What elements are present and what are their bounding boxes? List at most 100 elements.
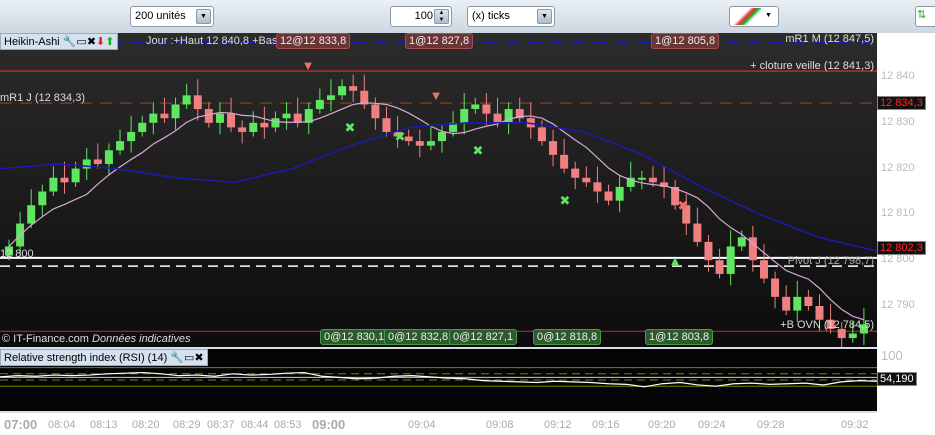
order-tag[interactable]: 0@12 818,8 xyxy=(533,329,602,345)
chart-indicator-icon xyxy=(731,8,761,25)
candle-down xyxy=(93,159,102,165)
time-tick: 08:04 xyxy=(48,419,76,431)
candle-down xyxy=(782,296,791,311)
candle-up xyxy=(282,113,291,119)
close-icon[interactable]: ✖ xyxy=(87,36,96,48)
signal-marker: ✖ xyxy=(678,198,689,213)
time-tick: 09:04 xyxy=(408,419,436,431)
window-icon[interactable]: ▭ xyxy=(76,36,86,48)
time-tick: 08:44 xyxy=(241,419,269,431)
time-tick: 09:20 xyxy=(648,419,676,431)
price-tick: 12 810 xyxy=(881,207,915,219)
window-icon[interactable]: ▭ xyxy=(184,352,194,364)
arrows-icon: ⇅ xyxy=(917,9,927,21)
time-tick: 08:37 xyxy=(207,419,235,431)
candle-up xyxy=(848,333,857,339)
price-chart[interactable]: ▼ ▼ ✖ ✖ ✖ ✖ ✖ ▲ Heikin-Ashi 🔧▭✖⬇⬆ Jour :+Haut 1… xyxy=(0,33,877,347)
ticks-unit-select[interactable]: (x) ticks ▼ xyxy=(467,6,555,27)
indicator-button[interactable]: ▼ xyxy=(729,6,779,27)
candle-down xyxy=(759,260,768,279)
candle-down xyxy=(60,177,69,183)
candle-down xyxy=(537,127,546,142)
up-arrow-icon[interactable]: ⬆ xyxy=(105,36,114,48)
disclaimer: Données indicatives xyxy=(92,333,191,345)
signal-marker: ✖ xyxy=(473,143,484,158)
candle-down xyxy=(482,104,491,114)
rsi-value-badge: 54,190 xyxy=(877,372,917,386)
order-tag[interactable]: 1@12 805,8 xyxy=(651,33,720,49)
chart-header: Heikin-Ashi 🔧▭✖⬇⬆ xyxy=(0,33,119,50)
chevron-down-icon: ▼ xyxy=(196,9,211,24)
time-tick: 09:24 xyxy=(698,419,726,431)
candle-down xyxy=(704,241,713,261)
candle-up xyxy=(438,131,446,142)
order-tag[interactable]: 0@12 830,1 xyxy=(320,329,389,345)
price-axis[interactable]: 12 840 12 830 12 820 12 810 12 800 12 79… xyxy=(877,33,935,413)
signal-marker: ✖ xyxy=(345,120,356,135)
order-tag[interactable]: 1@12 803,8 xyxy=(645,329,714,345)
time-tick: 09:08 xyxy=(486,419,514,431)
time-tick: 09:12 xyxy=(544,419,572,431)
candle-down xyxy=(415,141,424,146)
down-arrow-icon[interactable]: ⬇ xyxy=(96,36,105,48)
candle-down xyxy=(293,113,302,123)
time-tick: 08:29 xyxy=(173,419,201,431)
time-axis[interactable]: 07:00 08:04 08:13 08:20 08:29 08:37 08:44 08:53… xyxy=(0,413,935,435)
candle-up xyxy=(49,177,58,192)
price-plot: ▼ ▼ ✖ ✖ ✖ ✖ ✖ ▲ xyxy=(0,41,877,347)
order-tag[interactable]: 0@12 827,1 xyxy=(449,329,518,345)
time-tick: 09:28 xyxy=(757,419,785,431)
side-panel-button[interactable]: ⇅ xyxy=(915,6,935,27)
candle-down xyxy=(493,113,502,123)
candle-up xyxy=(315,99,324,110)
units-value: 200 unités xyxy=(135,10,186,22)
candle-down xyxy=(371,104,380,119)
ovn-label: +B OVN (12 784,5) xyxy=(780,319,874,331)
wrench-icon[interactable]: 🔧 xyxy=(63,36,77,48)
candle-down xyxy=(193,95,202,110)
candle-up xyxy=(426,141,435,146)
candle-up xyxy=(116,141,125,151)
rsi-title: Relative strength index (RSI) (14) xyxy=(4,352,168,364)
rsi-panel[interactable]: Relative strength index (RSI) (14) 🔧▭✖ xyxy=(0,349,877,411)
signal-marker: ✖ xyxy=(560,193,571,208)
last-price-badge: 12 802,3 xyxy=(877,241,926,255)
candle-down xyxy=(771,278,780,297)
rsi-header: Relative strength index (RSI) (14) 🔧▭✖ xyxy=(0,349,208,366)
candle-down xyxy=(604,191,613,201)
candle-up xyxy=(215,113,224,123)
chart-type-label: Heikin-Ashi xyxy=(4,36,60,48)
close-icon[interactable]: ✖ xyxy=(194,352,203,364)
candle-up xyxy=(27,205,36,224)
candle-up xyxy=(182,95,191,105)
signal-marker: ▼ xyxy=(430,88,443,103)
toolbar: 200 unités ▼ 100 ▲ ▼ (x) ticks ▼ ▼ ⇅ xyxy=(0,0,935,33)
order-tag[interactable]: 0@12 832,8 xyxy=(384,329,453,345)
candle-down xyxy=(648,177,657,183)
candle-up xyxy=(127,131,136,142)
mr1m-label: mR1 M (12 847,5) xyxy=(785,33,874,45)
candle-up xyxy=(82,159,91,169)
candle-down xyxy=(349,86,358,91)
candle-up xyxy=(149,113,158,123)
candle-down xyxy=(404,136,413,142)
candle-up xyxy=(71,168,80,183)
candle-up xyxy=(615,186,624,201)
level-label: 12 800 xyxy=(0,248,34,260)
mr1j-label: mR1 J (12 834,3) xyxy=(0,92,85,104)
wrench-icon[interactable]: 🔧 xyxy=(170,352,184,364)
candle-down xyxy=(715,260,724,274)
order-tag[interactable]: 12@12 833,8 xyxy=(276,33,351,49)
candle-down xyxy=(582,177,591,183)
chevron-down-icon: ▼ xyxy=(761,9,776,24)
units-select[interactable]: 200 unités ▼ xyxy=(130,6,214,27)
ticks-value: 100 xyxy=(414,10,433,22)
candle-up xyxy=(271,118,280,128)
spinner-icon[interactable]: ▲ ▼ xyxy=(434,9,449,24)
candle-down xyxy=(571,168,580,178)
ticks-input[interactable]: 100 ▲ ▼ xyxy=(390,6,452,27)
candle-down xyxy=(815,306,824,320)
order-tag[interactable]: 1@12 827,8 xyxy=(405,33,474,49)
current-price-badge: 12 834,3 xyxy=(877,96,926,110)
candle-up xyxy=(637,177,646,180)
